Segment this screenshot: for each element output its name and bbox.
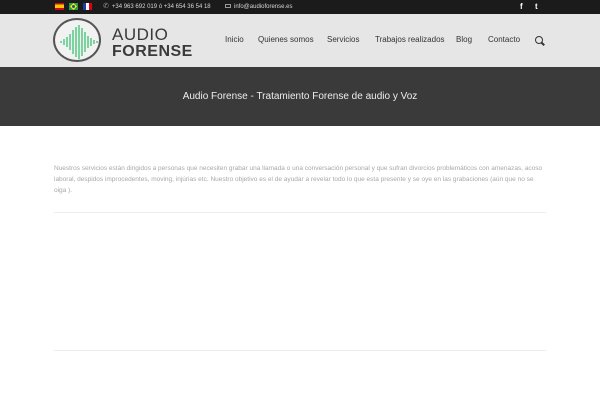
- nav-item-inicio[interactable]: Inicio: [225, 35, 244, 44]
- divider: [54, 350, 546, 351]
- logo-line-audio: AUDIO: [112, 25, 169, 44]
- email-text[interactable]: info@audioforense.es: [234, 4, 292, 10]
- email-contact[interactable]: info@audioforense.es: [225, 2, 292, 12]
- nav-item-blog[interactable]: Blog: [456, 35, 472, 44]
- logo-text[interactable]: AUDIO FORENSE: [112, 26, 193, 60]
- flag-france-icon[interactable]: [83, 3, 92, 10]
- twitter-icon[interactable]: t: [535, 1, 538, 12]
- envelope-icon: [225, 4, 231, 8]
- logo-mark[interactable]: [53, 18, 101, 62]
- flag-brazil-icon[interactable]: [69, 3, 78, 10]
- phone-text: +34 963 692 019 ó +34 654 36 54 18: [111, 4, 211, 10]
- nav-item-contacto[interactable]: Contacto: [488, 35, 520, 44]
- nav-item-servicios[interactable]: Servicios: [327, 35, 359, 44]
- waveform-icon: [60, 25, 98, 59]
- phone-icon: ✆: [103, 3, 109, 10]
- page-banner: Audio Forense - Tratamiento Forense de a…: [0, 67, 600, 126]
- phone-contact: ✆ +34 963 692 019 ó +34 654 36 54 18: [103, 2, 211, 12]
- intro-paragraph: Nuestros servicios están dirigidos a per…: [54, 165, 543, 194]
- nav-item-trabajos-realizados[interactable]: Trabajos realizados: [375, 35, 445, 44]
- search-icon[interactable]: [535, 36, 543, 44]
- page-title: Audio Forense - Tratamiento Forense de a…: [182, 91, 418, 102]
- facebook-icon[interactable]: f: [520, 1, 523, 12]
- logo-line-forense: FORENSE: [112, 43, 193, 60]
- flag-spain-icon[interactable]: [55, 3, 64, 10]
- top-bar: ✆ +34 963 692 019 ó +34 654 36 54 18 info…: [0, 0, 600, 14]
- nav-item-quienes-somos[interactable]: Quienes somos: [258, 35, 314, 44]
- divider: [54, 212, 546, 213]
